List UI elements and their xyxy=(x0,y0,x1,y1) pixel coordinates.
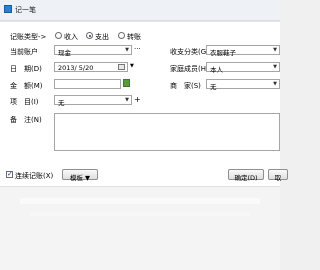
category-value: 衣服鞋子 xyxy=(210,49,236,57)
radio-income-label[interactable]: 收入 xyxy=(64,32,78,42)
chevron-down-icon: ▼ xyxy=(273,47,277,53)
merchant-label: 商 家(S) xyxy=(170,82,201,90)
title-bar xyxy=(0,0,280,21)
member-select[interactable]: 本人 ▼ xyxy=(206,62,280,74)
project-label: 项 目(I) xyxy=(10,98,39,106)
notes-textarea[interactable] xyxy=(54,113,280,151)
chevron-down-icon: ▼ xyxy=(125,97,129,103)
date-picker[interactable]: 2013/ 5/20 xyxy=(54,62,128,72)
account-select[interactable]: 现金 ▼ xyxy=(54,45,132,57)
date-label: 日 期(D) xyxy=(10,65,42,73)
continuous-checkbox[interactable] xyxy=(6,170,13,178)
chevron-down-icon: ▼ xyxy=(125,47,129,53)
ok-button[interactable]: 确定(D) xyxy=(228,169,264,182)
amount-label: 金 额(M) xyxy=(10,82,43,90)
notes-label: 备 注(N) xyxy=(10,116,42,124)
radio-income[interactable] xyxy=(55,32,62,39)
category-select[interactable]: 衣服鞋子 ▼ xyxy=(206,45,280,57)
template-button[interactable]: 模板 ▼ xyxy=(62,169,98,182)
template-button-label: 模板 ▼ xyxy=(69,173,91,182)
category-label: 收支分类(G) xyxy=(170,48,209,56)
add-project-button[interactable]: + xyxy=(134,95,141,104)
chevron-down-icon[interactable]: ▼ xyxy=(130,63,134,69)
calendar-icon[interactable] xyxy=(118,64,125,70)
radio-expense[interactable] xyxy=(86,32,93,39)
footer-divider xyxy=(0,186,280,187)
window-shadow-faint xyxy=(30,212,250,216)
member-value: 本人 xyxy=(210,66,223,74)
cancel-button[interactable]: 取 xyxy=(268,169,288,182)
chevron-down-icon: ▼ xyxy=(273,64,277,70)
radio-expense-label[interactable]: 支出 xyxy=(95,32,109,42)
project-select[interactable]: 无 ▼ xyxy=(54,95,132,107)
radio-transfer-label[interactable]: 转账 xyxy=(127,32,141,42)
merchant-value: 无 xyxy=(210,83,217,91)
merchant-select[interactable]: 无 ▼ xyxy=(206,79,280,91)
account-value: 现金 xyxy=(58,49,71,57)
radio-transfer[interactable] xyxy=(118,32,125,39)
chevron-down-icon: ▼ xyxy=(273,81,277,87)
project-value: 无 xyxy=(58,99,65,107)
window-shadow xyxy=(20,198,260,204)
date-value: 2013/ 5/20 xyxy=(58,64,94,72)
ok-button-label: 确定(D) xyxy=(234,173,258,182)
type-label: 记账类型-> xyxy=(10,33,47,41)
account-more-button[interactable]: ··· xyxy=(134,45,141,53)
account-label: 当前账户 xyxy=(10,48,38,56)
window-title: 记一笔 xyxy=(15,6,36,14)
member-label: 家庭成员(H) xyxy=(170,65,209,73)
amount-input[interactable] xyxy=(54,79,121,89)
cancel-button-label: 取 xyxy=(274,173,282,182)
continuous-label[interactable]: 连续记账(X) xyxy=(15,171,53,181)
calculator-icon[interactable] xyxy=(123,79,130,87)
app-icon xyxy=(4,5,12,13)
